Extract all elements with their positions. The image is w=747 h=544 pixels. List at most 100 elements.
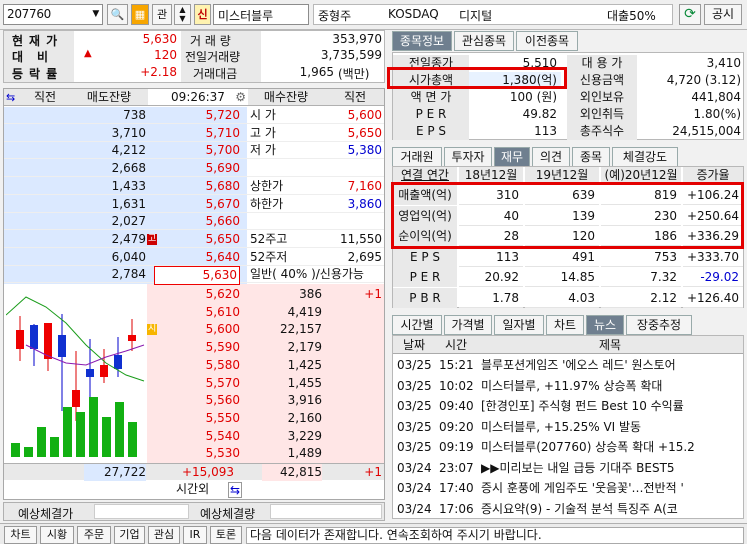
ask-price[interactable]: 5,720 bbox=[154, 107, 240, 124]
status-button[interactable]: 관심 bbox=[148, 526, 180, 544]
news-time: 17:40 bbox=[439, 481, 474, 495]
credit-button[interactable]: 신 bbox=[194, 4, 211, 25]
news-title[interactable]: 증시요약(9) - 기술적 분석 특징주 A(코 bbox=[481, 499, 678, 519]
status-button[interactable]: 토론 bbox=[210, 526, 242, 544]
ask-row: 4,212 5,700 저 가 5,380 bbox=[4, 142, 384, 160]
tab-broker[interactable]: 거래원 bbox=[392, 147, 442, 167]
news-title[interactable]: 증시 훈풍에 게임주도 '웃음꽃'…전반적 ' bbox=[481, 478, 684, 498]
highlight-box bbox=[387, 67, 567, 89]
tab-interest[interactable]: 관심종목 bbox=[454, 31, 514, 51]
swap-icon: ⇆ bbox=[6, 91, 16, 104]
ask-price[interactable]: 5,640 bbox=[154, 249, 240, 266]
news-title[interactable]: 미스터블루, +15.25% VI 발동 bbox=[481, 417, 641, 437]
calendar-icon[interactable]: ▦ bbox=[131, 4, 149, 25]
ask-info-label: 하한가 bbox=[250, 196, 284, 211]
ask-row: 2,668 5,690 bbox=[4, 160, 384, 178]
tab-daily[interactable]: 일자별 bbox=[494, 315, 544, 335]
up-down-stepper[interactable]: ▲ ▼ bbox=[174, 4, 191, 25]
disclosure-button[interactable]: 공시 bbox=[704, 4, 742, 25]
news-title[interactable]: ▶▶미리보는 내일 급등 기대주 BEST5 bbox=[481, 458, 675, 478]
news-title[interactable]: 블루포션게임즈 '에오스 레드' 원스토어 bbox=[481, 355, 676, 375]
total-bid-qty: 42,815 bbox=[262, 464, 322, 481]
info-value: 113 bbox=[534, 124, 557, 138]
tab-estimate[interactable]: 장중추정 bbox=[626, 315, 692, 335]
status-button[interactable]: 주문 bbox=[77, 526, 111, 544]
current-price: 5,630 bbox=[142, 32, 177, 46]
stock-code-input[interactable]: 207760 ▼ bbox=[3, 4, 103, 25]
amount-value: 1,965 bbox=[299, 65, 334, 79]
bid-price[interactable]: 5,540 bbox=[154, 428, 240, 445]
news-item[interactable]: 03/24 23:07 ▶▶미리보는 내일 급등 기대주 BEST5 bbox=[393, 458, 743, 478]
tab-stock-info[interactable]: 종목정보 bbox=[392, 31, 452, 51]
news-item[interactable]: 03/25 09:19 미스터블루(207760) 상승폭 확대 +15.2 bbox=[393, 437, 743, 457]
status-button[interactable]: 시황 bbox=[40, 526, 74, 544]
volume-bar bbox=[115, 402, 124, 457]
ask-info-value: 2,695 bbox=[347, 249, 382, 264]
ask-price[interactable]: 5,630 bbox=[154, 266, 240, 286]
tab-price[interactable]: 가격별 bbox=[444, 315, 492, 335]
candle-body bbox=[72, 390, 80, 407]
tab-chart[interactable]: 차트 bbox=[546, 315, 584, 335]
news-item[interactable]: 03/24 17:40 증시 훈풍에 게임주도 '웃음꽃'…전반적 ' bbox=[393, 478, 743, 498]
bid-price[interactable]: 5,620 bbox=[154, 286, 240, 303]
tab-strength[interactable]: 체결강도 bbox=[612, 147, 678, 167]
ask-row: 2,784 5,630 일반( 40% )/신용가능 bbox=[4, 266, 384, 286]
volume-bar bbox=[89, 397, 98, 457]
news-item[interactable]: 03/25 10:02 미스터블루, +11.97% 상승폭 확대 bbox=[393, 376, 743, 396]
volume-bar bbox=[76, 412, 85, 457]
status-button[interactable]: 차트 bbox=[4, 526, 37, 544]
ask-price[interactable]: 5,650 bbox=[154, 231, 240, 248]
status-button[interactable]: IR bbox=[183, 526, 207, 544]
bid-price[interactable]: 5,560 bbox=[154, 392, 240, 409]
ask-price[interactable]: 5,660 bbox=[154, 213, 240, 230]
fin-tabbar: 거래원 투자자 재무 의견 종목 체결강도 bbox=[392, 147, 744, 167]
stock-code-value: 207760 bbox=[7, 7, 52, 21]
info-value: 441,804 bbox=[691, 90, 741, 104]
refresh-icon[interactable]: ⟳ bbox=[679, 4, 701, 25]
interest-button[interactable]: 관 bbox=[152, 4, 172, 25]
tab-investor[interactable]: 투자자 bbox=[444, 147, 492, 167]
ask-row: 2,027 5,660 bbox=[4, 213, 384, 231]
bid-price[interactable]: 5,610 bbox=[154, 304, 240, 321]
bid-price[interactable]: 5,530 bbox=[154, 445, 240, 462]
bid-price[interactable]: 5,550 bbox=[154, 410, 240, 427]
news-time: 10:02 bbox=[439, 378, 474, 393]
volume-value: 353,970 bbox=[332, 32, 382, 46]
bid-price[interactable]: 5,570 bbox=[154, 375, 240, 392]
ma-line bbox=[6, 296, 145, 382]
search-icon[interactable]: 🔍 bbox=[107, 4, 128, 25]
ask-price[interactable]: 5,680 bbox=[154, 178, 240, 195]
chevron-down-icon[interactable]: ▼ bbox=[92, 9, 99, 19]
ask-price[interactable]: 5,700 bbox=[154, 142, 240, 159]
tab-time[interactable]: 시간별 bbox=[392, 315, 442, 335]
bid-price[interactable]: 5,580 bbox=[154, 357, 240, 374]
tab-finance[interactable]: 재무 bbox=[494, 147, 530, 167]
tab-opinion[interactable]: 의견 bbox=[532, 147, 570, 167]
news-item[interactable]: 03/25 15:21 블루포션게임즈 '에오스 레드' 원스토어 bbox=[393, 355, 743, 375]
news-title[interactable]: 미스터블루, +11.97% 상승폭 확대 bbox=[481, 376, 662, 396]
ask-info-label: 시 가 bbox=[250, 108, 276, 122]
bid-qty: 2,160 bbox=[287, 410, 322, 425]
category-label: 중형주 bbox=[318, 9, 352, 23]
bid-price[interactable]: 5,590 bbox=[154, 339, 240, 356]
bid-price[interactable]: 5,600 bbox=[154, 321, 240, 338]
tab-item[interactable]: 종목 bbox=[572, 147, 610, 167]
tab-prev-stock[interactable]: 이전종목 bbox=[516, 31, 578, 51]
stock-info-table: 전일종가 5,510 대 용 가 3,410 시가총액 1,380(억) 신용금액 4,720… bbox=[392, 52, 744, 140]
news-title[interactable]: [한경인포] 주식형 펀드 Best 10 수익률 bbox=[481, 396, 684, 416]
status-button[interactable]: 기업 bbox=[114, 526, 145, 544]
ask-price[interactable]: 5,670 bbox=[154, 196, 240, 213]
ask-price[interactable]: 5,710 bbox=[154, 125, 240, 142]
tab-news[interactable]: 뉴스 bbox=[586, 315, 624, 335]
volume-bar bbox=[37, 427, 46, 457]
news-item[interactable]: 03/25 09:20 미스터블루, +15.25% VI 발동 bbox=[393, 417, 743, 437]
prev-volume-label: 전일거래량 bbox=[185, 50, 241, 64]
news-item[interactable]: 03/24 17:06 증시요약(9) - 기술적 분석 특징주 A(코 bbox=[393, 499, 743, 519]
fin-cell: 4.03 bbox=[525, 288, 599, 308]
news-title[interactable]: 미스터블루(207760) 상승폭 확대 +15.2 bbox=[481, 437, 695, 457]
swap-icon[interactable]: ⇆ bbox=[228, 482, 243, 498]
ask-price[interactable]: 5,690 bbox=[154, 160, 240, 177]
ma-line bbox=[25, 344, 145, 366]
ask-qty: 2,668 bbox=[111, 161, 146, 176]
news-item[interactable]: 03/25 09:40 [한경인포] 주식형 펀드 Best 10 수익률 bbox=[393, 396, 743, 416]
